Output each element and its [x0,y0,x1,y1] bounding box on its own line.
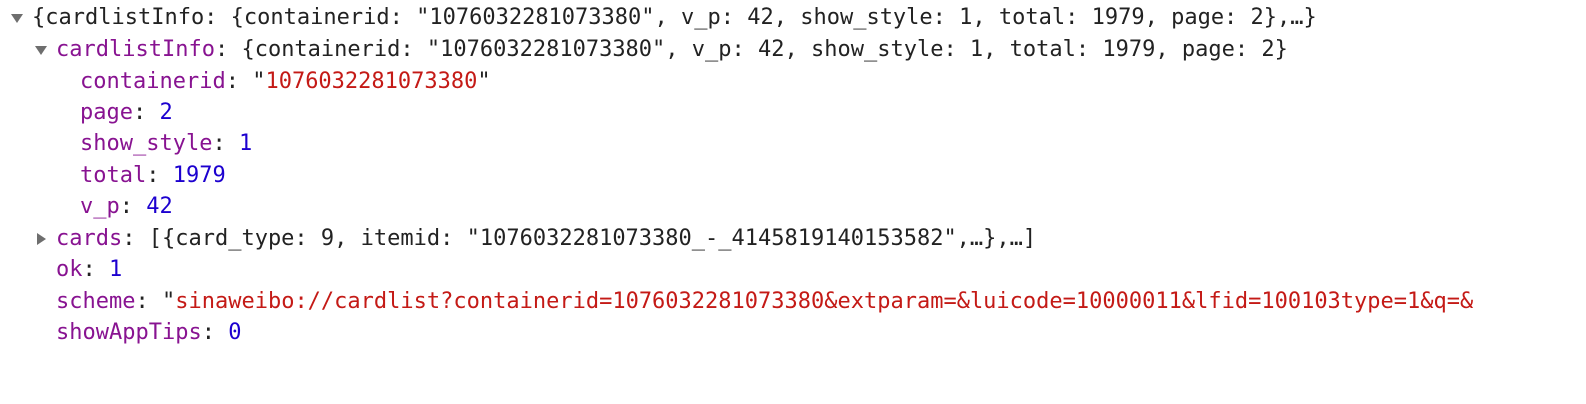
property-key: scheme [56,289,136,314]
triangle-down-icon[interactable] [10,11,24,25]
number-value: 1 [109,257,123,282]
property-key: show_style [80,131,213,156]
colon-separator: : [146,163,173,188]
property-showapptips: showAppTips: 0 [56,317,241,349]
property-containerid: containerid: "1076032281073380" [80,66,491,98]
colon-separator: : [119,194,147,219]
property-key: cards [56,226,123,251]
property-scheme: scheme: "sinaweibo://cardlist?containeri… [56,286,1473,318]
object-tree-viewer: {cardlistInfo: {containerid: "1076032281… [0,0,1586,404]
property-key: ok [56,257,83,282]
number-value: 0 [228,320,242,345]
string-value: 1076032281073380 [265,69,478,94]
colon-separator: : [212,131,239,156]
property-key: cardlistInfo [56,37,215,62]
property-key: v_p [80,194,120,219]
tree-node-cards[interactable]: cards: [{card_type: 9, itemid: "10760322… [34,223,1036,255]
colon-separator: : [82,257,109,282]
node-summary: [{card_type: 9, itemid: "107603228107338… [148,226,1037,251]
string-value: sinaweibo://cardlist?containerid=1076032… [175,289,1474,314]
triangle-down-icon[interactable] [34,43,48,57]
property-key: showAppTips [56,320,202,345]
colon-separator: : [122,226,149,251]
property-v-p: v_p: 42 [80,191,173,223]
node-summary: {cardlistInfo: {containerid: "1076032281… [32,5,1317,30]
tree-node-root[interactable]: {cardlistInfo: {containerid: "1076032281… [10,2,1317,34]
colon-separator: : [132,100,160,125]
property-ok: ok: 1 [56,254,122,286]
tree-node-cardlistinfo[interactable]: cardlistInfo: {containerid: "10760322810… [34,34,1288,66]
colon-separator: : [201,320,229,345]
number-value: 1979 [172,163,226,188]
triangle-right-icon[interactable] [34,232,48,246]
property-page: page: 2 [80,97,173,129]
property-key: total [80,163,147,188]
colon-separator: : " [225,69,266,94]
number-value: 2 [159,100,173,125]
property-key: containerid [80,69,226,94]
property-show-style: show_style: 1 [80,128,252,160]
colon-separator: : " [135,289,176,314]
quote: " [477,69,491,94]
property-total: total: 1979 [80,160,226,192]
number-value: 42 [146,194,173,219]
colon-separator: : [214,37,242,62]
number-value: 1 [238,131,253,156]
property-key: page [80,100,133,125]
node-summary: {containerid: "1076032281073380", v_p: 4… [241,37,1288,62]
